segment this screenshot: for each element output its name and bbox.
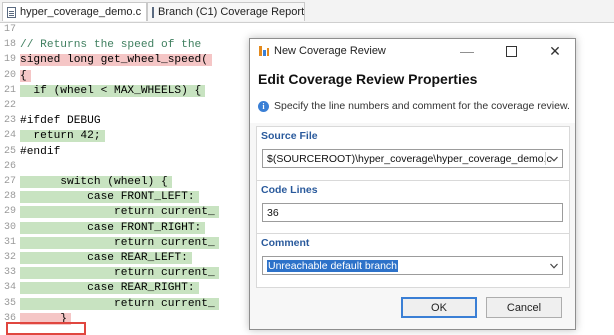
source-file-section: Source File $(SOURCEROOT)\hyper_coverage… xyxy=(256,126,570,181)
line-number: 30 xyxy=(3,221,16,233)
code-text: return 42; xyxy=(20,130,105,143)
minimize-button[interactable]: — xyxy=(450,41,484,61)
code-lines-value: 36 xyxy=(267,206,279,219)
line-number: 33 xyxy=(3,267,16,279)
code-text: return current_ xyxy=(20,206,219,219)
minimize-icon: — xyxy=(460,43,474,59)
tab-label: Branch (C1) Coverage Report xyxy=(158,6,305,18)
comment-combo[interactable]: Unreachable default branch xyxy=(262,256,563,275)
line-number: 24 xyxy=(3,130,16,142)
info-text: Specify the line numbers and comment for… xyxy=(274,100,570,112)
code-text: { xyxy=(20,69,31,82)
dialog-heading: Edit Coverage Review Properties xyxy=(258,71,478,87)
code-text: #endif xyxy=(20,145,61,158)
highlight-box xyxy=(6,322,86,335)
coverage-review-dialog: New Coverage Review — ✕ Edit Coverage Re… xyxy=(249,38,576,330)
line-number: 26 xyxy=(3,160,16,172)
line-number: 35 xyxy=(3,297,16,309)
coverage-review-app-icon xyxy=(259,46,269,56)
dialog-titlebar: New Coverage Review — ✕ xyxy=(250,39,575,63)
code-lines-input[interactable]: 36 xyxy=(262,203,563,222)
line-number: 32 xyxy=(3,252,16,263)
line-number: 23 xyxy=(3,115,16,127)
code-lines-label: Code Lines xyxy=(261,184,318,196)
line-number: 34 xyxy=(3,282,16,294)
tab-label: hyper_coverage_demo.c xyxy=(20,6,142,18)
comment-value: Unreachable default branch xyxy=(267,259,399,272)
report-file-icon xyxy=(152,6,154,18)
chevron-down-icon[interactable] xyxy=(547,259,560,272)
line-number: 22 xyxy=(3,100,16,111)
source-file-value: $(SOURCEROOT)\hyper_coverage\hyper_cover… xyxy=(267,152,552,165)
source-file-combo[interactable]: $(SOURCEROOT)\hyper_coverage\hyper_cover… xyxy=(262,149,563,168)
line-number: 27 xyxy=(3,176,16,187)
code-text: case REAR_RIGHT: xyxy=(20,282,199,295)
line-number: 28 xyxy=(3,191,16,203)
line-number: 31 xyxy=(3,236,16,248)
line-number: 29 xyxy=(3,206,16,218)
code-lines-section: Code Lines 36 xyxy=(256,180,570,235)
code-text: return current_ xyxy=(20,297,219,310)
code-text: return current_ xyxy=(20,267,219,280)
c-source-file-icon xyxy=(7,6,16,18)
code-text: #ifdef DEBUG xyxy=(20,115,101,128)
line-number: 20 xyxy=(3,69,16,81)
line-number: 21 xyxy=(3,84,16,96)
close-button[interactable]: ✕ xyxy=(538,41,572,61)
code-text: return current_ xyxy=(20,236,219,249)
info-icon: i xyxy=(258,100,269,112)
tab-hyper-coverage-demo-c[interactable]: hyper_coverage_demo.c xyxy=(2,2,147,21)
code-text: // Returns the speed of the xyxy=(20,39,202,52)
comment-section: Comment Unreachable default branch xyxy=(256,233,570,288)
code-text: switch (wheel) { xyxy=(20,176,172,188)
maximize-button[interactable] xyxy=(494,41,528,61)
info-message: i Specify the line numbers and comment f… xyxy=(258,100,570,112)
code-text: case FRONT_LEFT: xyxy=(20,191,199,204)
combo-divider xyxy=(545,152,546,165)
line-number: 17 xyxy=(3,24,16,35)
code-line: 17 xyxy=(0,24,614,36)
line-number: 25 xyxy=(3,145,16,157)
dialog-window-title: New Coverage Review xyxy=(274,45,386,57)
code-text: case REAR_LEFT: xyxy=(20,252,192,264)
line-number: 19 xyxy=(3,54,16,66)
comment-label: Comment xyxy=(261,237,310,249)
line-number: 18 xyxy=(3,39,16,51)
code-text: if (wheel < MAX_WHEELS) { xyxy=(20,84,206,97)
chevron-down-icon[interactable] xyxy=(547,152,560,165)
dialog-header: Edit Coverage Review Properties i Specif… xyxy=(250,63,575,123)
ok-button[interactable]: OK xyxy=(401,297,477,318)
maximize-icon xyxy=(505,45,517,57)
tab-branch-coverage-report[interactable]: Branch (C1) Coverage Report xyxy=(147,2,305,21)
close-icon: ✕ xyxy=(549,42,561,59)
code-text: case FRONT_RIGHT: xyxy=(20,221,206,234)
source-file-label: Source File xyxy=(261,130,318,142)
code-text: signed long get_wheel_speed( xyxy=(20,54,212,67)
cancel-button[interactable]: Cancel xyxy=(486,297,562,318)
editor-tab-bar: hyper_coverage_demo.c Branch (C1) Covera… xyxy=(0,0,614,23)
